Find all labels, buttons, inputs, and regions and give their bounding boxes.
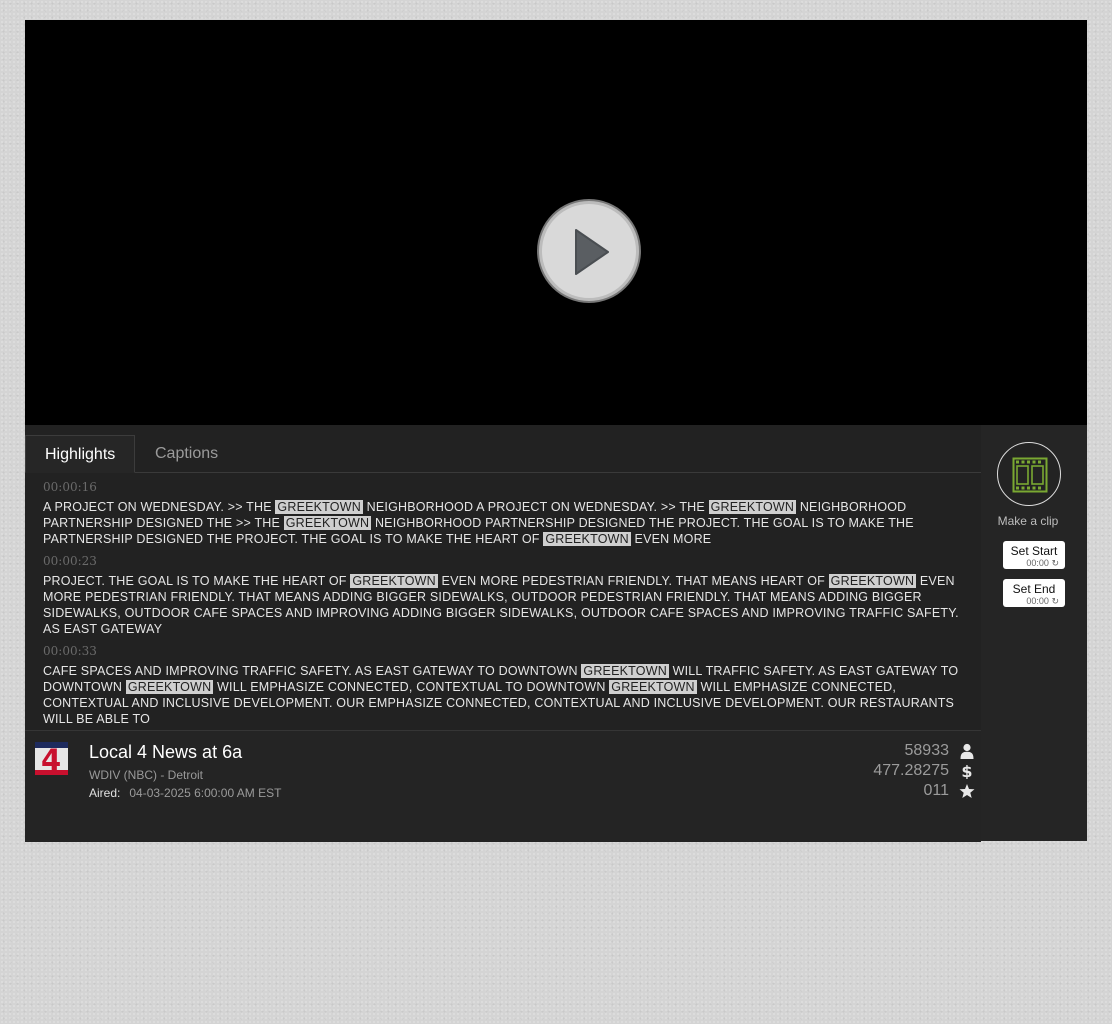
keyword-highlight: GREEKTOWN bbox=[275, 500, 363, 514]
rating-value: 011 bbox=[923, 782, 949, 799]
set-end-time: 00:00 bbox=[1026, 596, 1049, 606]
tab-highlights[interactable]: Highlights bbox=[25, 435, 136, 473]
person-icon bbox=[960, 743, 974, 759]
keyword-highlight: GREEKTOWN bbox=[543, 532, 631, 546]
play-icon bbox=[575, 229, 609, 275]
play-button[interactable] bbox=[539, 201, 639, 301]
tab-bar: Highlights Captions bbox=[25, 435, 981, 473]
svg-text:$: $ bbox=[961, 763, 972, 779]
caption-text: NEIGHBORHOOD A PROJECT ON WEDNESDAY. >> … bbox=[362, 500, 709, 514]
keyword-highlight: GREEKTOWN bbox=[581, 664, 669, 678]
set-start-label: Set Start bbox=[1010, 544, 1058, 558]
tab-captions[interactable]: Captions bbox=[136, 435, 237, 471]
keyword-highlight: GREEKTOWN bbox=[828, 574, 917, 588]
highlight-caption: CAFE SPACES AND IMPROVING TRAFFIC SAFETY… bbox=[43, 663, 963, 727]
keyword-highlight: GREEKTOWN bbox=[350, 574, 438, 588]
caption-text: WILL EMPHASIZE CONNECTED, CONTEXTUAL TO … bbox=[213, 680, 610, 694]
caption-text: EVEN MORE bbox=[630, 532, 712, 546]
aired-label: Aired: bbox=[89, 786, 121, 800]
highlight-item[interactable]: 00:00:16 A PROJECT ON WEDNESDAY. >> THE G… bbox=[43, 473, 963, 547]
show-info-bar: 4 Local 4 News at 6a WDIV (NBC) - Detroi… bbox=[25, 730, 981, 842]
caption-text: PROJECT. THE GOAL IS TO MAKE THE HEART O… bbox=[43, 574, 351, 588]
aired-info: Aired: 04-03-2025 6:00:00 AM EST bbox=[89, 786, 281, 800]
station-logo: 4 bbox=[35, 742, 68, 775]
highlight-timestamp[interactable]: 00:00:23 bbox=[43, 547, 963, 573]
make-clip-button[interactable] bbox=[997, 442, 1061, 506]
film-icon bbox=[1012, 457, 1048, 493]
highlight-caption: A PROJECT ON WEDNESDAY. >> THE GREEKTOWN… bbox=[43, 499, 963, 547]
caption-text: A PROJECT ON WEDNESDAY. >> THE bbox=[43, 500, 276, 514]
caption-text: CAFE SPACES AND IMPROVING TRAFFIC SAFETY… bbox=[43, 664, 582, 678]
highlight-item[interactable]: 00:00:23 PROJECT. THE GOAL IS TO MAKE THE… bbox=[43, 547, 963, 637]
keyword-highlight: GREEKTOWN bbox=[283, 516, 372, 530]
highlights-list[interactable]: 00:00:16 A PROJECT ON WEDNESDAY. >> THE G… bbox=[25, 473, 981, 730]
highlight-caption: PROJECT. THE GOAL IS TO MAKE THE HEART O… bbox=[43, 573, 963, 637]
video-viewer: Highlights Captions 00:00:16 A PROJECT ON… bbox=[25, 20, 1087, 842]
set-start-button[interactable]: Set Start 00:00 ↻ bbox=[1003, 541, 1065, 569]
highlight-timestamp[interactable]: 00:00:33 bbox=[43, 637, 963, 663]
set-start-time: 00:00 bbox=[1026, 558, 1049, 568]
highlight-timestamp[interactable]: 00:00:16 bbox=[43, 473, 963, 499]
video-player[interactable] bbox=[25, 20, 1087, 425]
make-clip-label: Make a clip bbox=[997, 514, 1059, 528]
keyword-highlight: GREEKTOWN bbox=[708, 500, 797, 514]
station-name: WDIV (NBC) - Detroit bbox=[89, 768, 203, 782]
star-icon bbox=[959, 784, 975, 798]
highlight-item[interactable]: 00:00:33 CAFE SPACES AND IMPROVING TRAFFI… bbox=[43, 637, 963, 727]
dollar-icon: $ bbox=[961, 763, 972, 779]
caption-text: EVEN MORE PEDESTRIAN FRIENDLY. THAT MEAN… bbox=[437, 574, 829, 588]
show-title: Local 4 News at 6a bbox=[89, 742, 243, 762]
keyword-highlight: GREEKTOWN bbox=[125, 680, 214, 694]
refresh-icon: ↻ bbox=[1051, 596, 1059, 606]
refresh-icon: ↻ bbox=[1051, 558, 1059, 568]
ad-value: 477.28275 bbox=[873, 762, 949, 779]
aired-value: 04-03-2025 6:00:00 AM EST bbox=[129, 786, 282, 800]
clip-panel: Make a clip Set Start 00:00 ↻ Set End 00… bbox=[981, 425, 1087, 841]
set-end-button[interactable]: Set End 00:00 ↻ bbox=[1003, 579, 1065, 607]
keyword-highlight: GREEKTOWN bbox=[609, 680, 697, 694]
audience-count: 58933 bbox=[904, 742, 950, 759]
set-end-label: Set End bbox=[1012, 582, 1056, 596]
